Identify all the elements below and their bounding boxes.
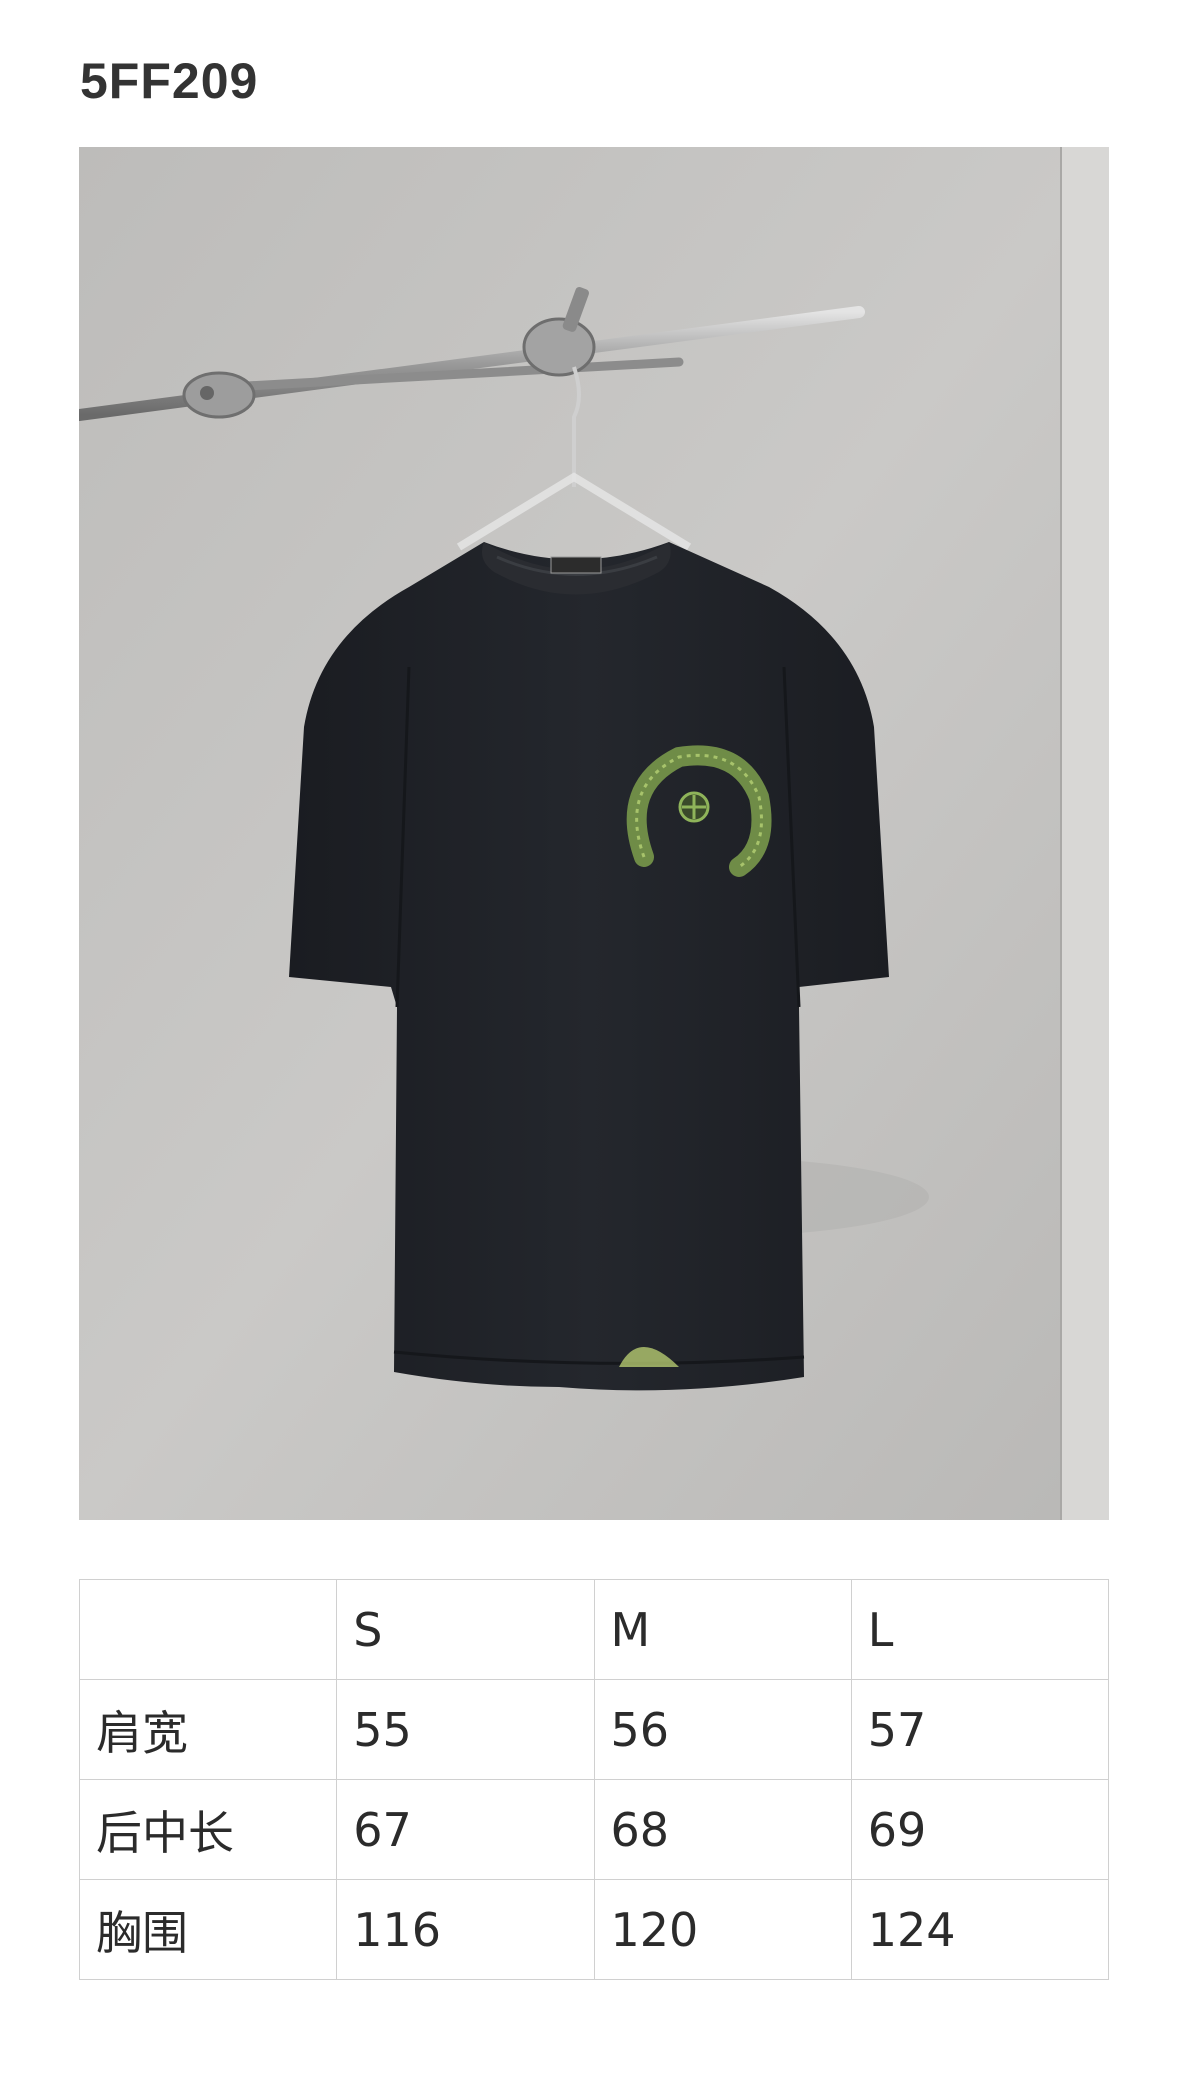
- table-row: 后中长 67 68 69: [78, 1779, 1110, 1880]
- tshirt-photo-illustration: [79, 147, 1109, 1520]
- table-cell: 57: [850, 1679, 1110, 1780]
- table-row: 胸围 116 120 124: [78, 1879, 1110, 1980]
- table-cell: 124: [850, 1879, 1110, 1980]
- size-chart-table: S M L 肩宽 55 56 57 后中长 67 68 69 胸围 116 12…: [78, 1579, 1110, 1980]
- row-label-back-length: 后中长: [78, 1779, 338, 1880]
- table-cell: 56: [593, 1679, 852, 1780]
- table-row: 肩宽 55 56 57: [78, 1679, 1110, 1780]
- row-label-chest: 胸围: [78, 1879, 338, 1980]
- size-header-l: L: [850, 1579, 1110, 1680]
- product-code: 5FF209: [80, 53, 259, 109]
- table-cell: 68: [593, 1779, 852, 1880]
- table-cell: 55: [336, 1679, 595, 1780]
- product-photo[interactable]: [79, 147, 1109, 1520]
- table-cell: 67: [336, 1779, 595, 1880]
- size-header-m: M: [593, 1579, 852, 1680]
- table-cell: 120: [593, 1879, 852, 1980]
- table-cell: 69: [850, 1779, 1110, 1880]
- row-label-shoulder-width: 肩宽: [78, 1679, 338, 1780]
- table-cell: 116: [336, 1879, 595, 1980]
- size-header-row: S M L: [78, 1579, 1110, 1680]
- size-header-s: S: [336, 1579, 595, 1680]
- size-header-corner: [78, 1579, 338, 1680]
